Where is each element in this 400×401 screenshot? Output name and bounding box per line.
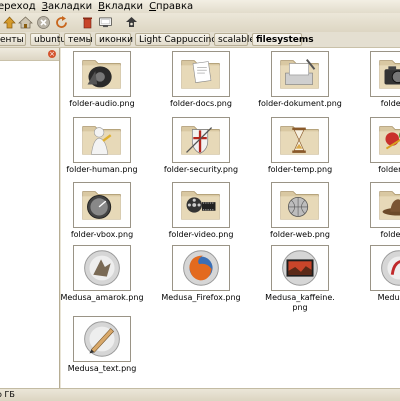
menu-item[interactable]: Закладки xyxy=(42,0,99,13)
menu-mnemonic: В xyxy=(98,1,106,12)
file-name: Medusa_Firefox.png xyxy=(161,293,241,302)
amarok-wolf-icon xyxy=(73,245,131,291)
breadcrumb-button[interactable]: filesystems xyxy=(252,33,314,46)
hat-icon xyxy=(370,182,400,228)
file-name: folder-audio.png xyxy=(69,99,135,108)
file-item[interactable]: folder-docs.png xyxy=(153,51,249,109)
sidebar-header: × xyxy=(0,48,59,61)
file-item[interactable]: Medusa_amarok.png xyxy=(61,245,150,303)
sidebar: × xyxy=(0,48,60,388)
reload-icon[interactable] xyxy=(54,15,69,30)
breadcrumb-button[interactable]: енты xyxy=(0,33,26,46)
file-item[interactable]: folder-human.png xyxy=(61,117,150,175)
file-item[interactable]: folder-fot xyxy=(351,51,400,109)
file-item[interactable]: folder-web.png xyxy=(252,182,348,240)
file-item[interactable]: folder-audio.png xyxy=(61,51,150,109)
file-item[interactable]: folder-temp.png xyxy=(252,117,348,175)
medusa-red-icon xyxy=(370,245,400,291)
file-name: folder-docs.png xyxy=(170,99,232,108)
shield-sword-icon xyxy=(172,117,230,163)
menu-item-label: правка xyxy=(156,1,194,12)
trash-icon[interactable] xyxy=(80,15,95,30)
file-name: Medusa_text.png xyxy=(67,364,137,373)
breadcrumb-button[interactable]: scalable xyxy=(214,33,255,46)
file-name: folder-security.png xyxy=(163,165,239,174)
globe-icon xyxy=(271,182,329,228)
close-icon[interactable]: × xyxy=(48,50,56,58)
computer-icon[interactable] xyxy=(98,15,116,30)
hourglass-icon xyxy=(271,117,329,163)
status-bar: о ГБ xyxy=(0,388,400,401)
file-name: Medusa_amarok.png xyxy=(61,293,144,302)
file-item[interactable]: folder-dokument.png xyxy=(252,51,348,109)
file-name: folder-wo xyxy=(380,230,400,239)
file-name: folder-video.png xyxy=(168,230,234,239)
file-name: Medusa_m xyxy=(377,293,400,302)
file-view: folder-audio.png folder-docs.png folder-do… xyxy=(61,48,400,388)
menu-bar: ереход Закладки Вкладки Справка xyxy=(0,0,400,13)
file-item[interactable]: folder-trav xyxy=(351,117,400,175)
breadcrumb-button[interactable]: ubuntu xyxy=(30,33,66,46)
document-tray-icon xyxy=(271,51,329,97)
film-reel-icon xyxy=(172,182,230,228)
human-figure-icon xyxy=(73,117,131,163)
travel-icon xyxy=(370,117,400,163)
file-name: folder-human.png xyxy=(66,165,138,174)
pen-text-icon xyxy=(73,316,131,362)
home-icon[interactable] xyxy=(18,15,33,30)
file-item[interactable]: Medusa_m xyxy=(351,245,400,303)
breadcrumb-button[interactable]: темы xyxy=(64,33,93,46)
breadcrumb-button[interactable]: иконки xyxy=(95,33,133,46)
toolbar xyxy=(0,13,400,32)
file-item[interactable]: folder-security.png xyxy=(153,117,249,175)
file-name: folder-fot xyxy=(380,99,400,108)
menu-item[interactable]: Вкладки xyxy=(98,0,149,13)
path-bar: енты ubuntu темы иконки Light Cappuccino scal… xyxy=(0,32,400,48)
audio-speaker-icon xyxy=(73,51,131,97)
menu-item[interactable]: ереход xyxy=(0,0,42,13)
firefox-icon xyxy=(172,245,230,291)
file-name: Medusa_kaffeine. png xyxy=(265,293,335,312)
file-item[interactable]: Medusa_Firefox.png xyxy=(153,245,249,303)
menu-item-label: кладки xyxy=(105,1,144,12)
file-name: folder-trav xyxy=(378,165,400,174)
network-icon[interactable] xyxy=(124,15,139,30)
file-item[interactable]: folder-video.png xyxy=(153,182,249,240)
documents-icon xyxy=(172,51,230,97)
file-item[interactable]: folder-wo xyxy=(351,182,400,240)
up-arrow-icon[interactable] xyxy=(2,15,17,30)
menu-item[interactable]: Справка xyxy=(149,0,199,13)
menu-mnemonic: С xyxy=(149,1,157,12)
status-text: о ГБ xyxy=(0,390,15,399)
stop-icon[interactable] xyxy=(36,15,51,30)
camera-icon xyxy=(370,51,400,97)
file-name: folder-web.png xyxy=(270,230,330,239)
file-item[interactable]: folder-vbox.png xyxy=(61,182,150,240)
file-item[interactable]: Medusa_text.png xyxy=(61,316,150,374)
gauge-icon xyxy=(73,182,131,228)
file-name: folder-temp.png xyxy=(267,165,333,174)
kaffeine-screen-icon xyxy=(271,245,329,291)
file-item[interactable]: Medusa_kaffeine. png xyxy=(252,245,348,313)
menu-item-label: ереход xyxy=(0,1,36,12)
file-name: folder-dokument.png xyxy=(258,99,342,108)
file-name: folder-vbox.png xyxy=(70,230,134,239)
breadcrumb-button[interactable]: Light Cappuccino xyxy=(135,33,217,46)
menu-item-label: акладки xyxy=(48,1,93,12)
